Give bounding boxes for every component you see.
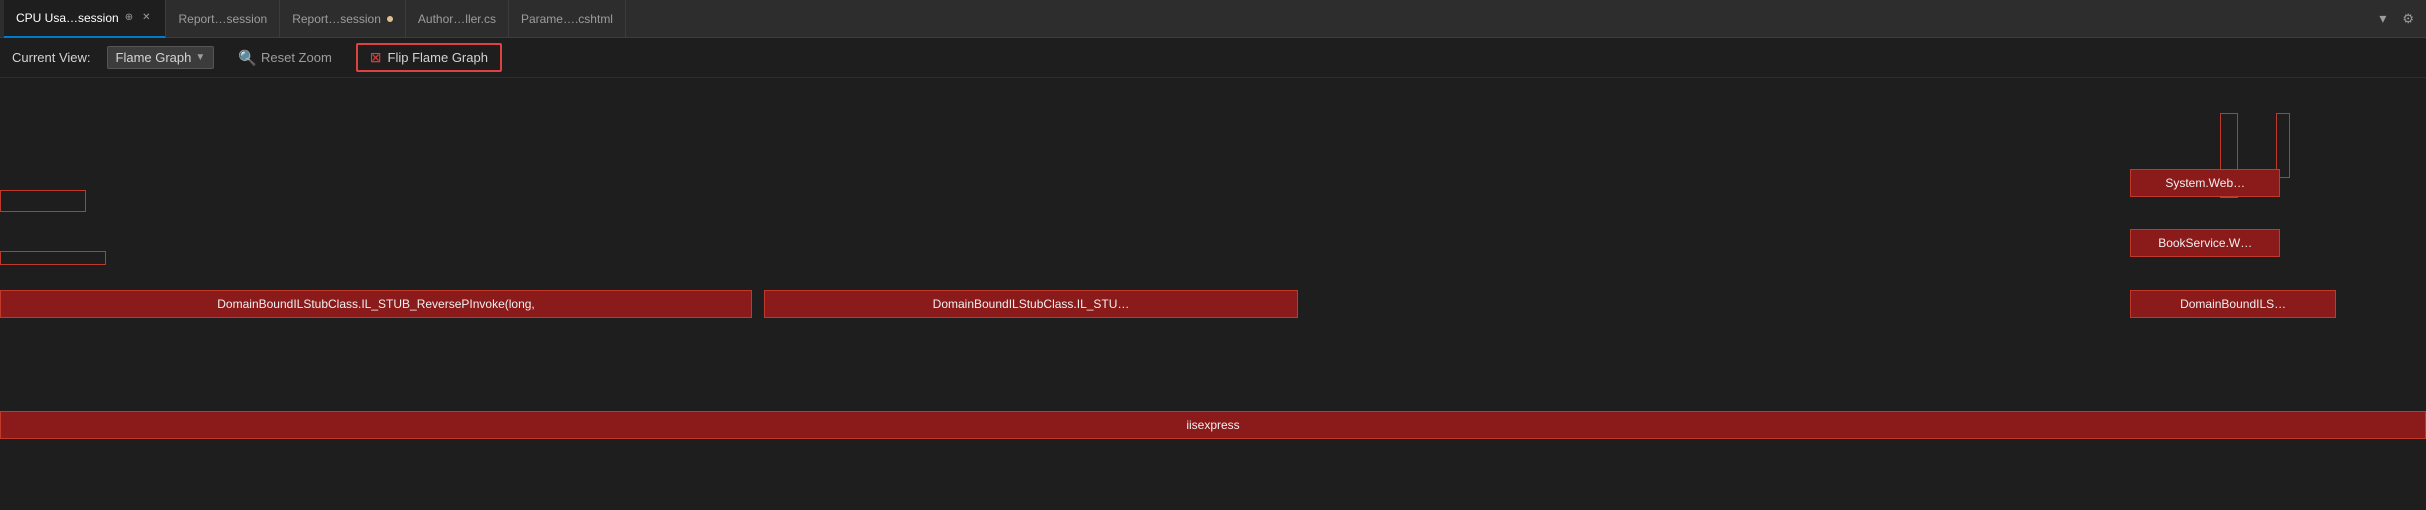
settings-icon[interactable]: ⚙ (2394, 11, 2422, 27)
tab-report1-label: Report…session (178, 12, 267, 26)
tab-modified-dot (387, 16, 393, 22)
tab-cpu[interactable]: CPU Usa…session ⊕ ✕ (4, 0, 166, 38)
zoom-icon: 🔍 (238, 49, 257, 67)
dropdown-arrow-icon: ▼ (195, 52, 205, 63)
tab-cpu-close[interactable]: ✕ (139, 11, 153, 24)
flame-bar-2[interactable]: DomainBoundILStubClass.IL_STU… (764, 290, 1298, 318)
tab-overflow-button[interactable]: ▾ (2371, 10, 2394, 27)
flip-icon: ⊠ (370, 49, 382, 66)
flip-flame-graph-button[interactable]: ⊠ Flip Flame Graph (356, 43, 502, 72)
view-dropdown-value: Flame Graph (116, 50, 192, 65)
toolbar: Current View: Flame Graph ▼ 🔍 Reset Zoom… (0, 38, 2426, 78)
tab-report1[interactable]: Report…session (166, 0, 280, 38)
tab-report2[interactable]: Report…session (280, 0, 406, 38)
reset-zoom-button[interactable]: 🔍 Reset Zoom (230, 46, 340, 70)
flame-outline-1[interactable] (0, 251, 106, 265)
flame-outline-0[interactable] (0, 190, 86, 212)
current-view-label: Current View: (12, 50, 91, 65)
tab-cpu-label: CPU Usa…session (16, 11, 119, 25)
tab-param-label: Parame….cshtml (521, 12, 613, 26)
tab-report2-label: Report…session (292, 12, 381, 26)
tab-author-label: Author…ller.cs (418, 12, 496, 26)
tab-param[interactable]: Parame….cshtml (509, 0, 626, 38)
flame-graph-area: iisexpress DomainBoundILStubClass.IL_STUB… (0, 78, 2426, 510)
view-dropdown[interactable]: Flame Graph ▼ (107, 46, 215, 69)
flame-bar-4[interactable]: System.Web… (2130, 169, 2280, 197)
tab-bar: CPU Usa…session ⊕ ✕ Report…session Repor… (0, 0, 2426, 38)
flame-bar-0[interactable]: iisexpress (0, 411, 2426, 439)
tab-author[interactable]: Author…ller.cs (406, 0, 509, 38)
flame-bar-1[interactable]: DomainBoundILStubClass.IL_STUB_ReversePI… (0, 290, 752, 318)
flame-bar-5[interactable]: BookService.W… (2130, 229, 2280, 257)
flip-label: Flip Flame Graph (388, 50, 488, 65)
reset-zoom-label: Reset Zoom (261, 50, 332, 65)
flame-bar-3[interactable]: DomainBoundILS… (2130, 290, 2336, 318)
tab-pin-icon: ⊕ (125, 12, 133, 23)
